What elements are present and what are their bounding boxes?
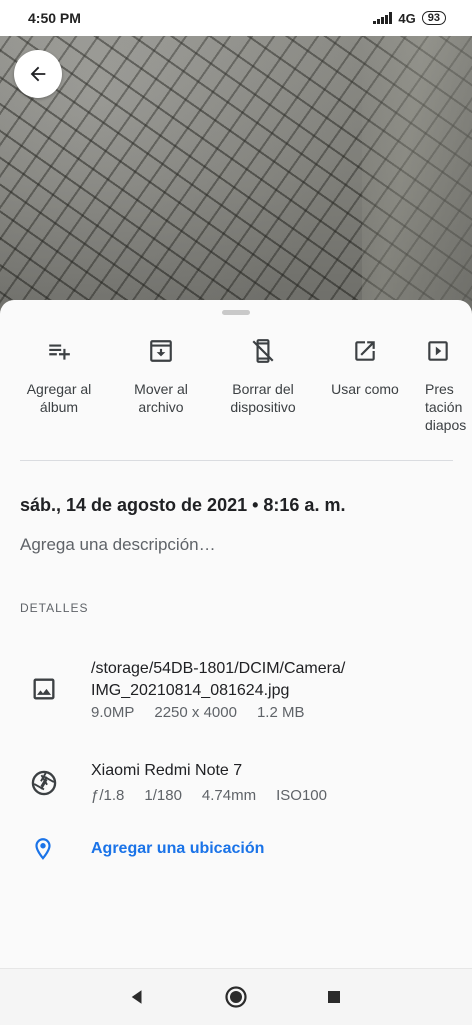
signal-icon	[373, 12, 393, 24]
use-as-label: Usar como	[331, 381, 399, 397]
photo-preview[interactable]	[0, 0, 472, 320]
nav-recents-button[interactable]	[322, 985, 346, 1009]
slideshow-icon	[428, 341, 448, 361]
divider	[20, 460, 453, 461]
camera-aperture-icon	[31, 770, 57, 796]
image-icon	[33, 678, 55, 700]
move-to-archive-button[interactable]: Mover al archivo	[113, 338, 209, 416]
nav-back-icon	[131, 990, 142, 1004]
add-to-album-button[interactable]: Agregar al álbum	[11, 338, 107, 416]
delete-from-device-label: Borrar del dispositivo	[230, 381, 296, 415]
iso: ISO100	[276, 787, 327, 804]
file-meta: 9.0MP 2250 x 4000 1.2 MB	[91, 704, 304, 721]
nav-home-icon	[225, 986, 247, 1008]
status-time: 4:50 PM	[28, 10, 81, 26]
focal-length: 4.74mm	[201, 787, 257, 804]
system-nav-bar	[0, 968, 472, 1025]
details-sheet: Agregar al álbum Mover al archivo Borrar…	[0, 300, 472, 968]
nav-home-button[interactable]	[224, 985, 248, 1009]
add-to-album-label: Agregar al álbum	[26, 381, 92, 415]
description-input[interactable]: Agrega una descripción…	[20, 535, 216, 555]
battery-level: 93	[427, 12, 440, 24]
sheet-handle[interactable]	[222, 310, 250, 315]
resolution: 2250 x 4000	[154, 704, 237, 721]
aperture: ƒ/1.8	[91, 787, 125, 804]
slideshow-label: Pres tación diapos	[425, 381, 467, 433]
file-path: /storage/54DB-1801/DCIM/Camera/ IMG_2021…	[91, 660, 346, 699]
use-as-button[interactable]: Usar como	[317, 338, 413, 398]
photo-date: sáb., 14 de agosto de 2021 • 8:16 a. m.	[20, 495, 346, 515]
move-to-archive-label: Mover al archivo	[134, 381, 188, 415]
nav-recents-icon	[328, 991, 340, 1003]
network-type: 4G	[398, 10, 416, 26]
details-heading: DETALLES	[20, 601, 89, 615]
photo-curb	[362, 36, 472, 320]
delete-from-device-button[interactable]: Borrar del dispositivo	[215, 338, 311, 416]
arrow-back-icon	[30, 66, 46, 82]
back-button[interactable]	[14, 50, 62, 98]
shutter-speed: 1/180	[144, 787, 182, 804]
battery-icon: 93	[421, 11, 446, 25]
file-size: 1.2 MB	[256, 704, 305, 721]
slideshow-button[interactable]: Pres tación diapos	[419, 338, 472, 434]
phone-delete-icon	[252, 339, 274, 363]
status-right: 4G 93	[373, 11, 446, 26]
add-location-button[interactable]: Agregar una ubicación	[91, 840, 264, 858]
status-bar: 4:50 PM 4G 93	[0, 0, 472, 36]
open-in-new-icon	[355, 341, 375, 361]
location-pin-icon	[35, 838, 51, 860]
archive-icon	[150, 340, 172, 362]
playlist-add-icon	[49, 344, 70, 360]
nav-back-button[interactable]	[125, 985, 149, 1009]
camera-meta: ƒ/1.8 1/180 4.74mm ISO100	[91, 787, 327, 804]
camera-device: Xiaomi Redmi Note 7	[91, 762, 243, 779]
megapixels: 9.0MP	[91, 704, 135, 721]
